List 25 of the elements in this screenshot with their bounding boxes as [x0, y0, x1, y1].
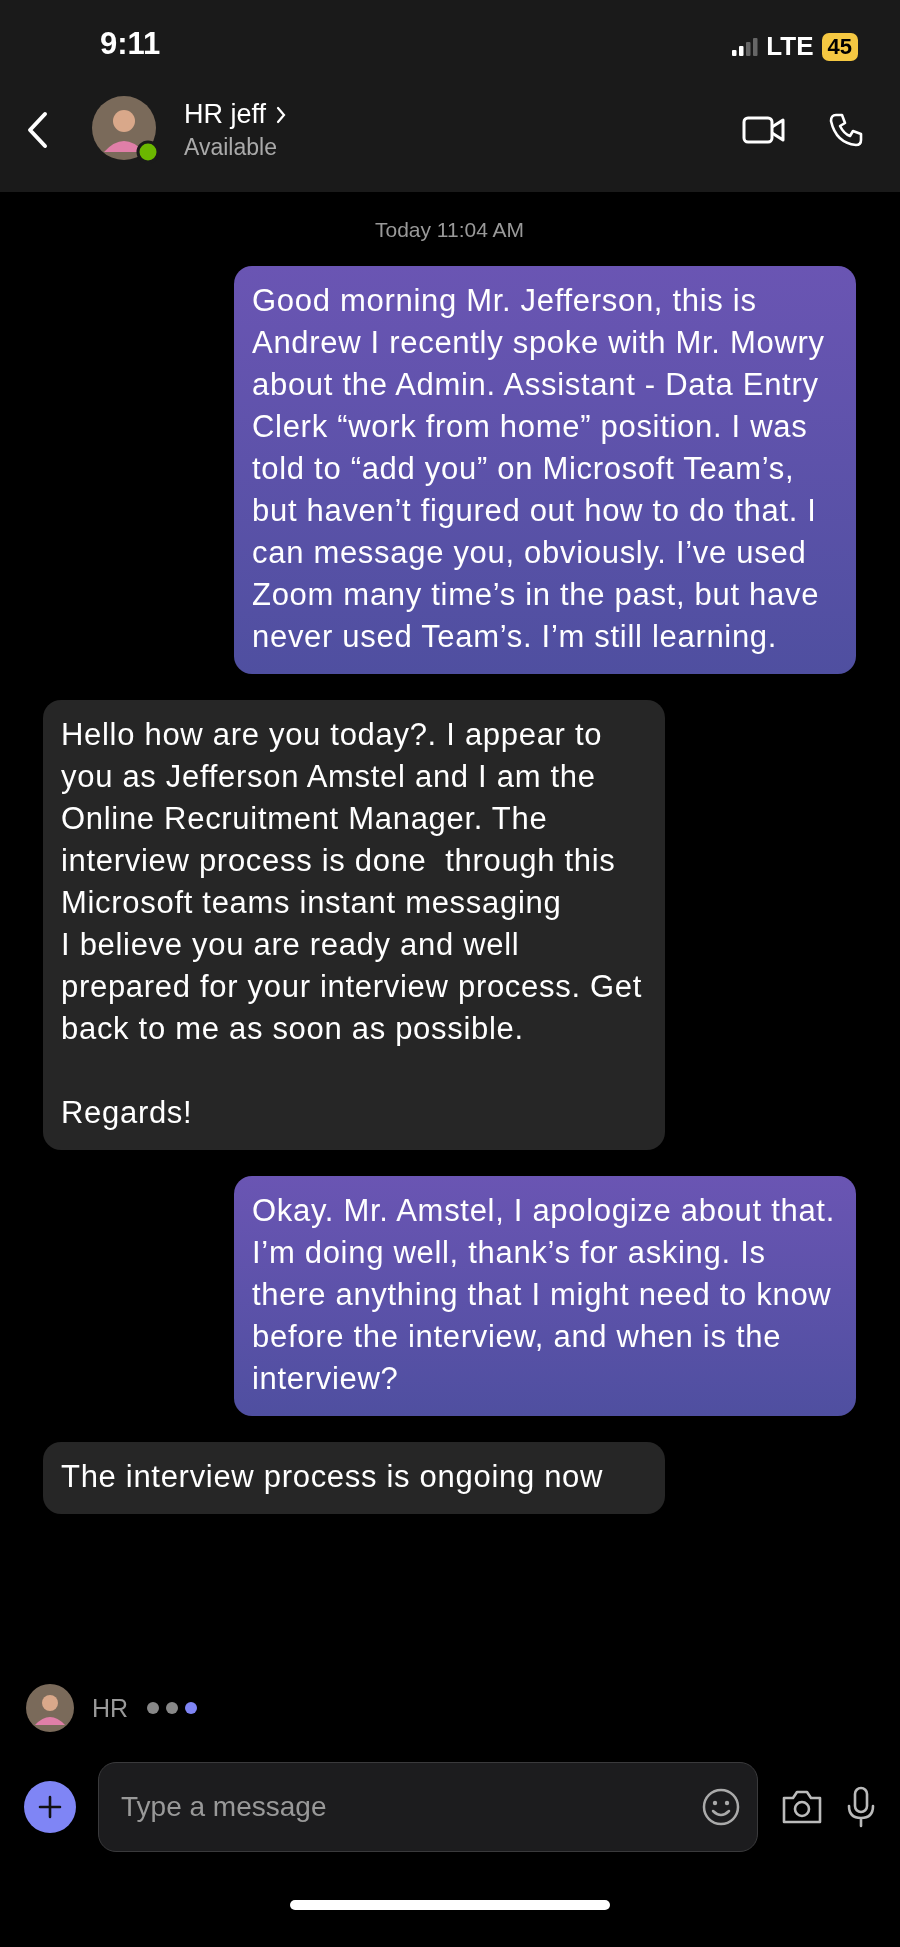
message-timestamp: Today 11:04 AM [374, 218, 524, 242]
typing-name: HR [92, 1693, 129, 1723]
camera-icon[interactable] [780, 1788, 824, 1826]
presence-status: Available [184, 134, 278, 161]
sent-message: Good morning Mr. Jefferson, this is Andrew I recently spoke with Mr. Mowry about the Admin. Assistant - Data Entry Clerk “work from home” position. I was told to “add you” on Microsoft Team’s, but haven’t figured out how to do that. I can message you, obviously. I’ve used Zoom many time’s in the past, but have never used Team’s. I’m still learning. [234, 266, 856, 674]
video-call-icon[interactable] [742, 115, 786, 145]
plus-icon [38, 1795, 62, 1819]
back-icon[interactable] [26, 111, 48, 149]
phone-call-icon[interactable] [828, 112, 864, 148]
contact-name[interactable]: HR jeff [184, 99, 267, 130]
avatar-icon [26, 1684, 74, 1732]
received-message: Hello how are you today?. I appear to you as Jefferson Amstel and I am the Online Recruitment Manager. The interview process is done through this Microsoft teams instant messaging I believe you are ready and well prepared for your interview process. Get back to me as soon as possible. Regards! [43, 700, 665, 1150]
avatar-icon[interactable] [92, 96, 160, 164]
battery-level: 45 [821, 32, 858, 61]
emoji-icon[interactable] [701, 1787, 741, 1827]
add-button[interactable] [24, 1781, 76, 1833]
received-message: The interview process is ongoing now [43, 1442, 665, 1514]
sent-message: Okay. Mr. Amstel, I apologize about that. I’m doing well, thank’s for asking. Is there anything that I might need to know before the interview, and when is the interview? [234, 1176, 856, 1416]
message-field[interactable]: Type a message [98, 1762, 758, 1852]
microphone-icon[interactable] [846, 1786, 876, 1828]
status-time: 9:11 [100, 26, 161, 62]
signal-icon [732, 37, 759, 56]
message-input[interactable]: Type a message [119, 1790, 701, 1824]
chevron-icon [276, 105, 287, 124]
network-label: LTE [766, 31, 814, 62]
